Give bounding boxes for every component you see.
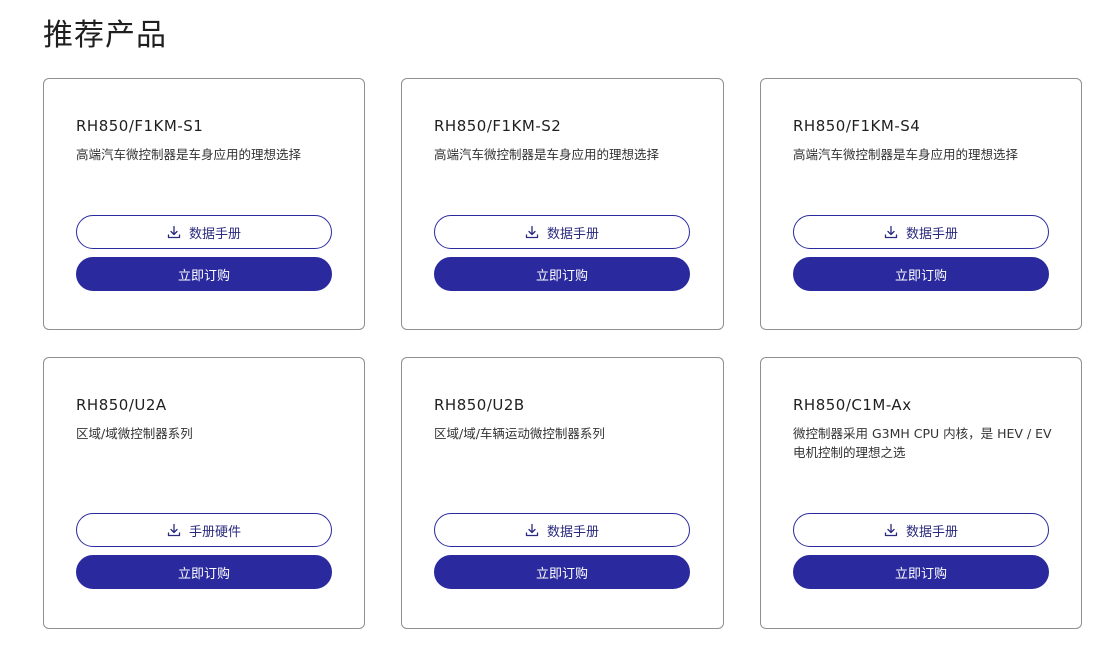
- section-title: 推荐产品: [43, 18, 167, 53]
- download-icon: [884, 225, 898, 239]
- datasheet-label: 数据手册: [188, 226, 241, 242]
- product-name[interactable]: RH850/F1KM-S2: [434, 117, 561, 135]
- order-button[interactable]: 立即订购: [793, 555, 1049, 589]
- datasheet-button[interactable]: 数据手册: [434, 215, 690, 249]
- product-description: 微控制器采用 G3MH CPU 内核，是 HEV / EV 电机控制的理想之选: [793, 426, 1052, 460]
- order-button[interactable]: 立即订购: [434, 555, 690, 589]
- order-button[interactable]: 立即订购: [76, 257, 332, 291]
- product-grid: RH850/F1KM-S1 高端汽车微控制器是车身应用的理想选择 数据手册 立即…: [43, 78, 1082, 629]
- download-icon: [167, 523, 181, 537]
- product-card: RH850/U2A 区域/域微控制器系列 手册硬件 立即订购: [43, 357, 365, 629]
- product-card: RH850/F1KM-S1 高端汽车微控制器是车身应用的理想选择 数据手册 立即…: [43, 78, 365, 330]
- hardware-manual-button[interactable]: 手册硬件: [76, 513, 332, 547]
- product-card: RH850/F1KM-S4 高端汽车微控制器是车身应用的理想选择 数据手册 立即…: [760, 78, 1082, 330]
- product-description: 高端汽车微控制器是车身应用的理想选择: [793, 147, 1019, 162]
- datasheet-button[interactable]: 数据手册: [793, 513, 1049, 547]
- product-name[interactable]: RH850/F1KM-S4: [793, 117, 920, 135]
- product-description: 高端汽车微控制器是车身应用的理想选择: [434, 147, 660, 162]
- datasheet-label: 数据手册: [546, 226, 599, 242]
- product-name[interactable]: RH850/U2A: [76, 396, 167, 414]
- order-button[interactable]: 立即订购: [434, 257, 690, 291]
- product-description: 区域/域/车辆运动微控制器系列: [434, 426, 605, 441]
- download-icon: [167, 225, 181, 239]
- order-button[interactable]: 立即订购: [76, 555, 332, 589]
- product-card: RH850/U2B 区域/域/车辆运动微控制器系列 数据手册 立即订购: [401, 357, 724, 629]
- product-card: RH850/C1M-Ax 微控制器采用 G3MH CPU 内核，是 HEV / …: [760, 357, 1082, 629]
- hardware-manual-label: 手册硬件: [188, 524, 241, 540]
- download-icon: [525, 523, 539, 537]
- order-button[interactable]: 立即订购: [793, 257, 1049, 291]
- datasheet-button[interactable]: 数据手册: [793, 215, 1049, 249]
- datasheet-label: 数据手册: [905, 226, 958, 242]
- product-description: 高端汽车微控制器是车身应用的理想选择: [76, 147, 302, 162]
- product-card: RH850/F1KM-S2 高端汽车微控制器是车身应用的理想选择 数据手册 立即…: [401, 78, 724, 330]
- product-description: 区域/域微控制器系列: [76, 426, 193, 441]
- product-name[interactable]: RH850/C1M-Ax: [793, 396, 912, 414]
- datasheet-label: 数据手册: [905, 524, 958, 540]
- download-icon: [884, 523, 898, 537]
- datasheet-button[interactable]: 数据手册: [76, 215, 332, 249]
- product-name[interactable]: RH850/U2B: [434, 396, 525, 414]
- download-icon: [525, 225, 539, 239]
- datasheet-button[interactable]: 数据手册: [434, 513, 690, 547]
- datasheet-label: 数据手册: [546, 524, 599, 540]
- product-name[interactable]: RH850/F1KM-S1: [76, 117, 203, 135]
